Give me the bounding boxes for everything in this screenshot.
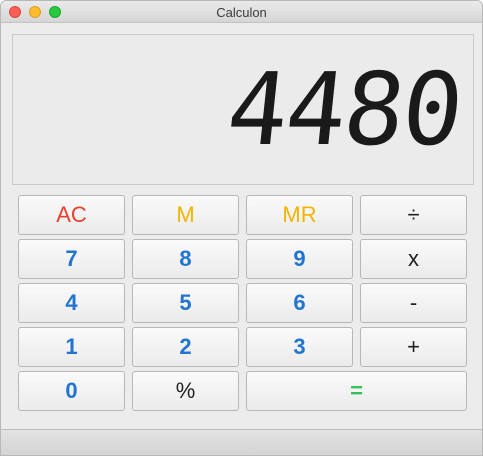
- digit-5-button[interactable]: 5: [132, 283, 239, 323]
- multiply-button[interactable]: x: [360, 239, 467, 279]
- digit-3-button[interactable]: 3: [246, 327, 353, 367]
- percent-button[interactable]: %: [132, 371, 239, 411]
- digit-0-button[interactable]: 0: [18, 371, 125, 411]
- equals-button[interactable]: =: [246, 371, 467, 411]
- add-button[interactable]: +: [360, 327, 467, 367]
- memory-recall-button[interactable]: MR: [246, 195, 353, 235]
- digit-6-button[interactable]: 6: [246, 283, 353, 323]
- result-display: 4480: [12, 34, 474, 185]
- subtract-button[interactable]: -: [360, 283, 467, 323]
- bottom-bar: [1, 429, 482, 455]
- memory-store-button[interactable]: M: [132, 195, 239, 235]
- digit-2-button[interactable]: 2: [132, 327, 239, 367]
- calculator-window: Calculon 4480 AC M MR ÷ 7 8 9 x 4 5 6 - …: [0, 0, 483, 456]
- digit-7-button[interactable]: 7: [18, 239, 125, 279]
- title-bar[interactable]: Calculon: [1, 1, 482, 23]
- all-clear-button[interactable]: AC: [18, 195, 125, 235]
- display-value: 4480: [222, 51, 468, 168]
- digit-9-button[interactable]: 9: [246, 239, 353, 279]
- window-title: Calculon: [216, 5, 267, 20]
- divide-button[interactable]: ÷: [360, 195, 467, 235]
- digit-8-button[interactable]: 8: [132, 239, 239, 279]
- digit-4-button[interactable]: 4: [18, 283, 125, 323]
- digit-1-button[interactable]: 1: [18, 327, 125, 367]
